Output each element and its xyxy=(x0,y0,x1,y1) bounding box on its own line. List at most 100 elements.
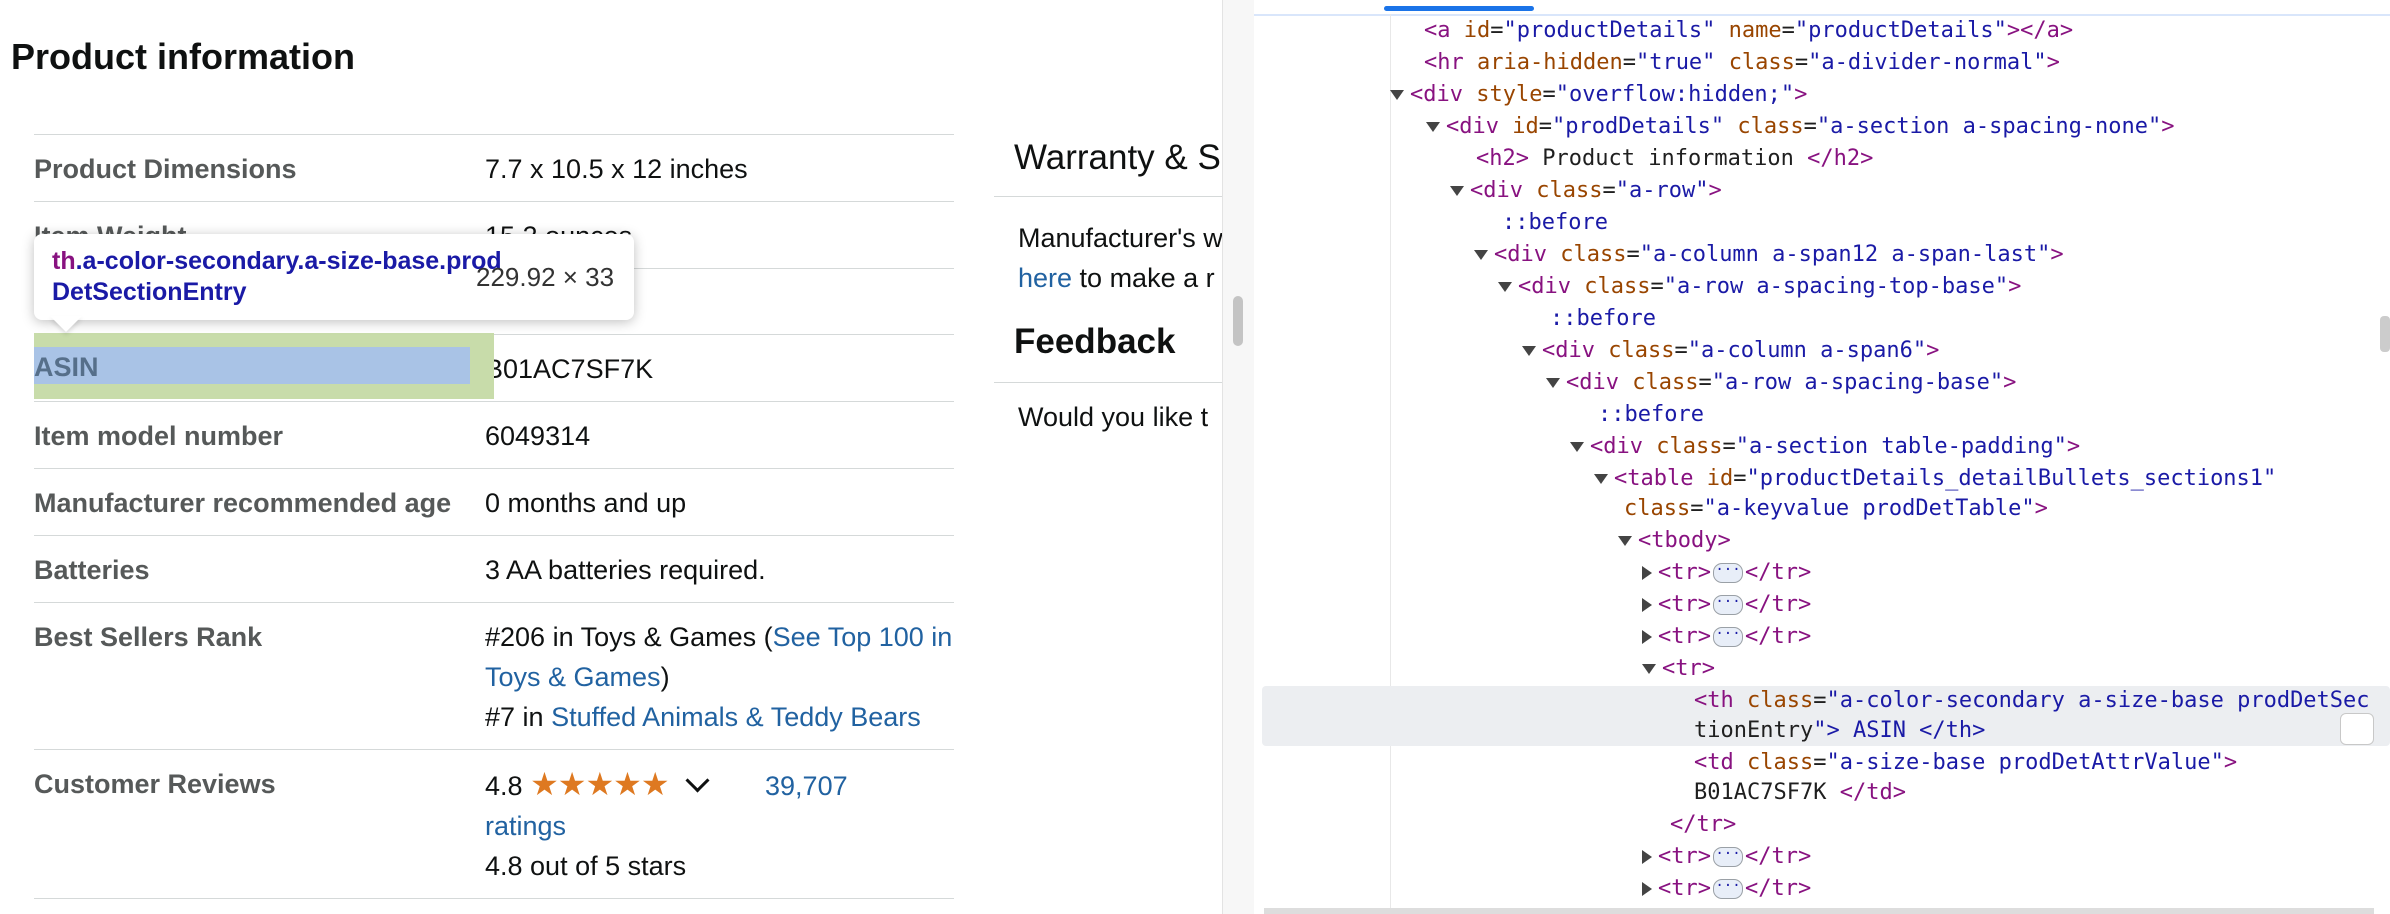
tooltip-arrow xyxy=(50,316,82,332)
row-value: 3 AA batteries required. xyxy=(485,555,766,585)
dom-node-line[interactable]: B01AC7SF7K </td> xyxy=(1694,778,1906,808)
inspect-tooltip: th.a-color-secondary.a-size-base.prodDet… xyxy=(34,234,634,320)
row-value: 7.7 x 10.5 x 12 inches xyxy=(485,154,748,184)
dom-node-line[interactable]: <tr> ··· </tr> xyxy=(1642,874,1811,904)
dom-node-line[interactable]: tionEntry"> ASIN </th> xyxy=(1694,716,1985,746)
dom-node-line[interactable]: <tbody> xyxy=(1618,526,1731,556)
row-label: Manufacturer recommended age xyxy=(34,488,452,518)
panel-resizer[interactable] xyxy=(1222,0,1255,914)
dom-node-line[interactable]: <hr aria-hidden="true" class="a-divider-… xyxy=(1424,48,2060,78)
expand-arrow-down-icon[interactable] xyxy=(1426,122,1440,132)
ellipsis-icon[interactable]: ··· xyxy=(1713,627,1743,647)
expand-arrow-down-icon[interactable] xyxy=(1390,90,1404,100)
expand-arrow-right-icon[interactable] xyxy=(1642,566,1652,580)
row-label: Customer Reviews xyxy=(34,769,276,799)
inspect-highlight-content xyxy=(34,347,470,384)
ellipsis-icon[interactable]: ··· xyxy=(1713,847,1743,867)
expand-arrow-right-icon[interactable] xyxy=(1642,598,1652,612)
tooltip-classes: .a-color-secondary.a-size-base.prodDetSe… xyxy=(52,247,502,306)
feedback-heading: Feedback xyxy=(1014,322,1176,361)
dom-node-line[interactable]: <table id="productDetails_detailBullets_… xyxy=(1594,464,2276,494)
tooltip-selector: th.a-color-secondary.a-size-base.prodDet… xyxy=(52,246,502,308)
dom-node-line[interactable]: <tr> ··· </tr> xyxy=(1642,842,1811,872)
manufacturer-line: to make a r xyxy=(1072,263,1215,293)
row-label: Product Dimensions xyxy=(34,154,297,184)
product-page: Product information Product Dimensions 7… xyxy=(0,0,1222,914)
ellipsis-icon[interactable]: ··· xyxy=(1713,595,1743,615)
ratings-count-link[interactable]: 39,707 xyxy=(765,771,848,801)
dom-node-line[interactable]: ::before xyxy=(1502,208,1608,238)
expand-arrow-down-icon[interactable] xyxy=(1570,442,1584,452)
table-row: Customer Reviews 4.8 ★★★★★ 39,707 rating… xyxy=(34,749,954,899)
horizontal-scrollbar[interactable] xyxy=(1264,908,2374,914)
dom-node-line[interactable]: <div class="a-row a-spacing-top-base"> xyxy=(1498,272,2021,302)
expand-arrow-down-icon[interactable] xyxy=(1618,536,1632,546)
manufacturer-text: Manufacturer's w here to make a r xyxy=(1018,218,1222,298)
table-row: Batteries 3 AA batteries required. xyxy=(34,535,954,603)
warranty-heading: Warranty & S xyxy=(1014,138,1221,177)
table-row: Product Dimensions 7.7 x 10.5 x 12 inche… xyxy=(34,134,954,202)
dom-node-line[interactable]: </tr> xyxy=(1670,810,1736,840)
page-title: Product information xyxy=(11,36,355,77)
dom-node-line[interactable]: class="a-keyvalue prodDetTable"> xyxy=(1624,494,2048,524)
dom-node-line[interactable]: <th class="a-color-secondary a-size-base… xyxy=(1694,686,2370,716)
dom-node-line[interactable]: <div class="a-row"> xyxy=(1450,176,1722,206)
feedback-text: Would you like t xyxy=(1018,402,1209,432)
node-action-icon[interactable] xyxy=(2340,713,2374,745)
star-rating-icon[interactable]: ★★★★★ xyxy=(530,766,669,802)
dom-node-line[interactable]: <div class="a-column a-span12 a-span-las… xyxy=(1474,240,2064,270)
expand-arrow-down-icon[interactable] xyxy=(1522,346,1536,356)
rating-value: 4.8 xyxy=(485,771,523,801)
dom-node-line[interactable]: ::before xyxy=(1598,400,1704,430)
expand-arrow-down-icon[interactable] xyxy=(1642,664,1656,674)
dom-node-line[interactable]: <tr> ··· </tr> xyxy=(1642,590,1811,620)
dom-node-line[interactable]: <h2> Product information </h2> xyxy=(1476,144,1873,174)
chevron-down-icon[interactable] xyxy=(684,768,710,793)
dom-node-line[interactable]: <tr> ··· </tr> xyxy=(1642,558,1811,588)
ratings-word-link[interactable]: ratings xyxy=(485,811,566,841)
manufacturer-line: Manufacturer's w xyxy=(1018,223,1222,253)
table-row: Item model number 6049314 xyxy=(34,401,954,469)
dom-node-line[interactable]: <td class="a-size-base prodDetAttrValue"… xyxy=(1694,748,2237,778)
ellipsis-icon[interactable]: ··· xyxy=(1713,563,1743,583)
dom-node-line[interactable]: <div class="a-column a-span6"> xyxy=(1522,336,1939,366)
devtools-active-tab-indicator[interactable] xyxy=(1384,6,1534,11)
dom-node-line[interactable]: ::before xyxy=(1550,304,1656,334)
expand-arrow-right-icon[interactable] xyxy=(1642,630,1652,644)
expand-arrow-right-icon[interactable] xyxy=(1642,850,1652,864)
expand-arrow-down-icon[interactable] xyxy=(1498,282,1512,292)
row-label: Best Sellers Rank xyxy=(34,622,263,652)
row-label: Batteries xyxy=(34,555,150,585)
ellipsis-icon[interactable]: ··· xyxy=(1713,879,1743,899)
expand-arrow-down-icon[interactable] xyxy=(1450,186,1464,196)
divider xyxy=(994,382,1222,383)
dom-node-line[interactable]: <div class="a-section table-padding"> xyxy=(1570,432,2080,462)
resize-handle[interactable] xyxy=(1233,296,1243,346)
dom-node-line[interactable]: <div class="a-row a-spacing-base"> xyxy=(1546,368,2016,398)
asin-label: ASIN xyxy=(34,352,99,382)
devtools-elements-panel: <a id="productDetails" name="productDeta… xyxy=(1254,0,2390,914)
indent-guide xyxy=(1390,14,1391,914)
rank-text: ) xyxy=(660,662,670,692)
here-link[interactable]: here xyxy=(1018,263,1072,293)
row-value: B01AC7SF7K xyxy=(485,354,654,384)
rank-text: #7 in xyxy=(485,702,552,732)
dom-node-line[interactable]: <div id="prodDetails" class="a-section a… xyxy=(1426,112,2175,142)
row-value: 0 months and up xyxy=(485,488,687,518)
expand-arrow-down-icon[interactable] xyxy=(1594,474,1608,484)
scrollbar[interactable] xyxy=(2380,316,2390,352)
expand-arrow-down-icon[interactable] xyxy=(1474,250,1488,260)
dom-node-line[interactable]: <tr> xyxy=(1642,654,1715,684)
row-value: 4.8 ★★★★★ 39,707 ratings 4.8 out of 5 st… xyxy=(484,750,954,899)
dom-node-line[interactable]: <div style="overflow:hidden;"> xyxy=(1390,80,1807,110)
dom-node-line[interactable]: <tr> ··· </tr> xyxy=(1642,622,1811,652)
expand-arrow-right-icon[interactable] xyxy=(1642,882,1652,896)
row-label: Item model number xyxy=(34,421,284,451)
expand-arrow-down-icon[interactable] xyxy=(1546,378,1560,388)
table-row: Best Sellers Rank #206 in Toys & Games (… xyxy=(34,602,954,750)
rank-text: #206 in Toys & Games ( xyxy=(485,622,773,652)
rating-summary: 4.8 out of 5 stars xyxy=(485,851,687,881)
category-link[interactable]: Stuffed Animals & Teddy Bears xyxy=(551,702,921,732)
dom-node-line[interactable]: <a id="productDetails" name="productDeta… xyxy=(1424,16,2073,46)
divider xyxy=(994,196,1222,197)
